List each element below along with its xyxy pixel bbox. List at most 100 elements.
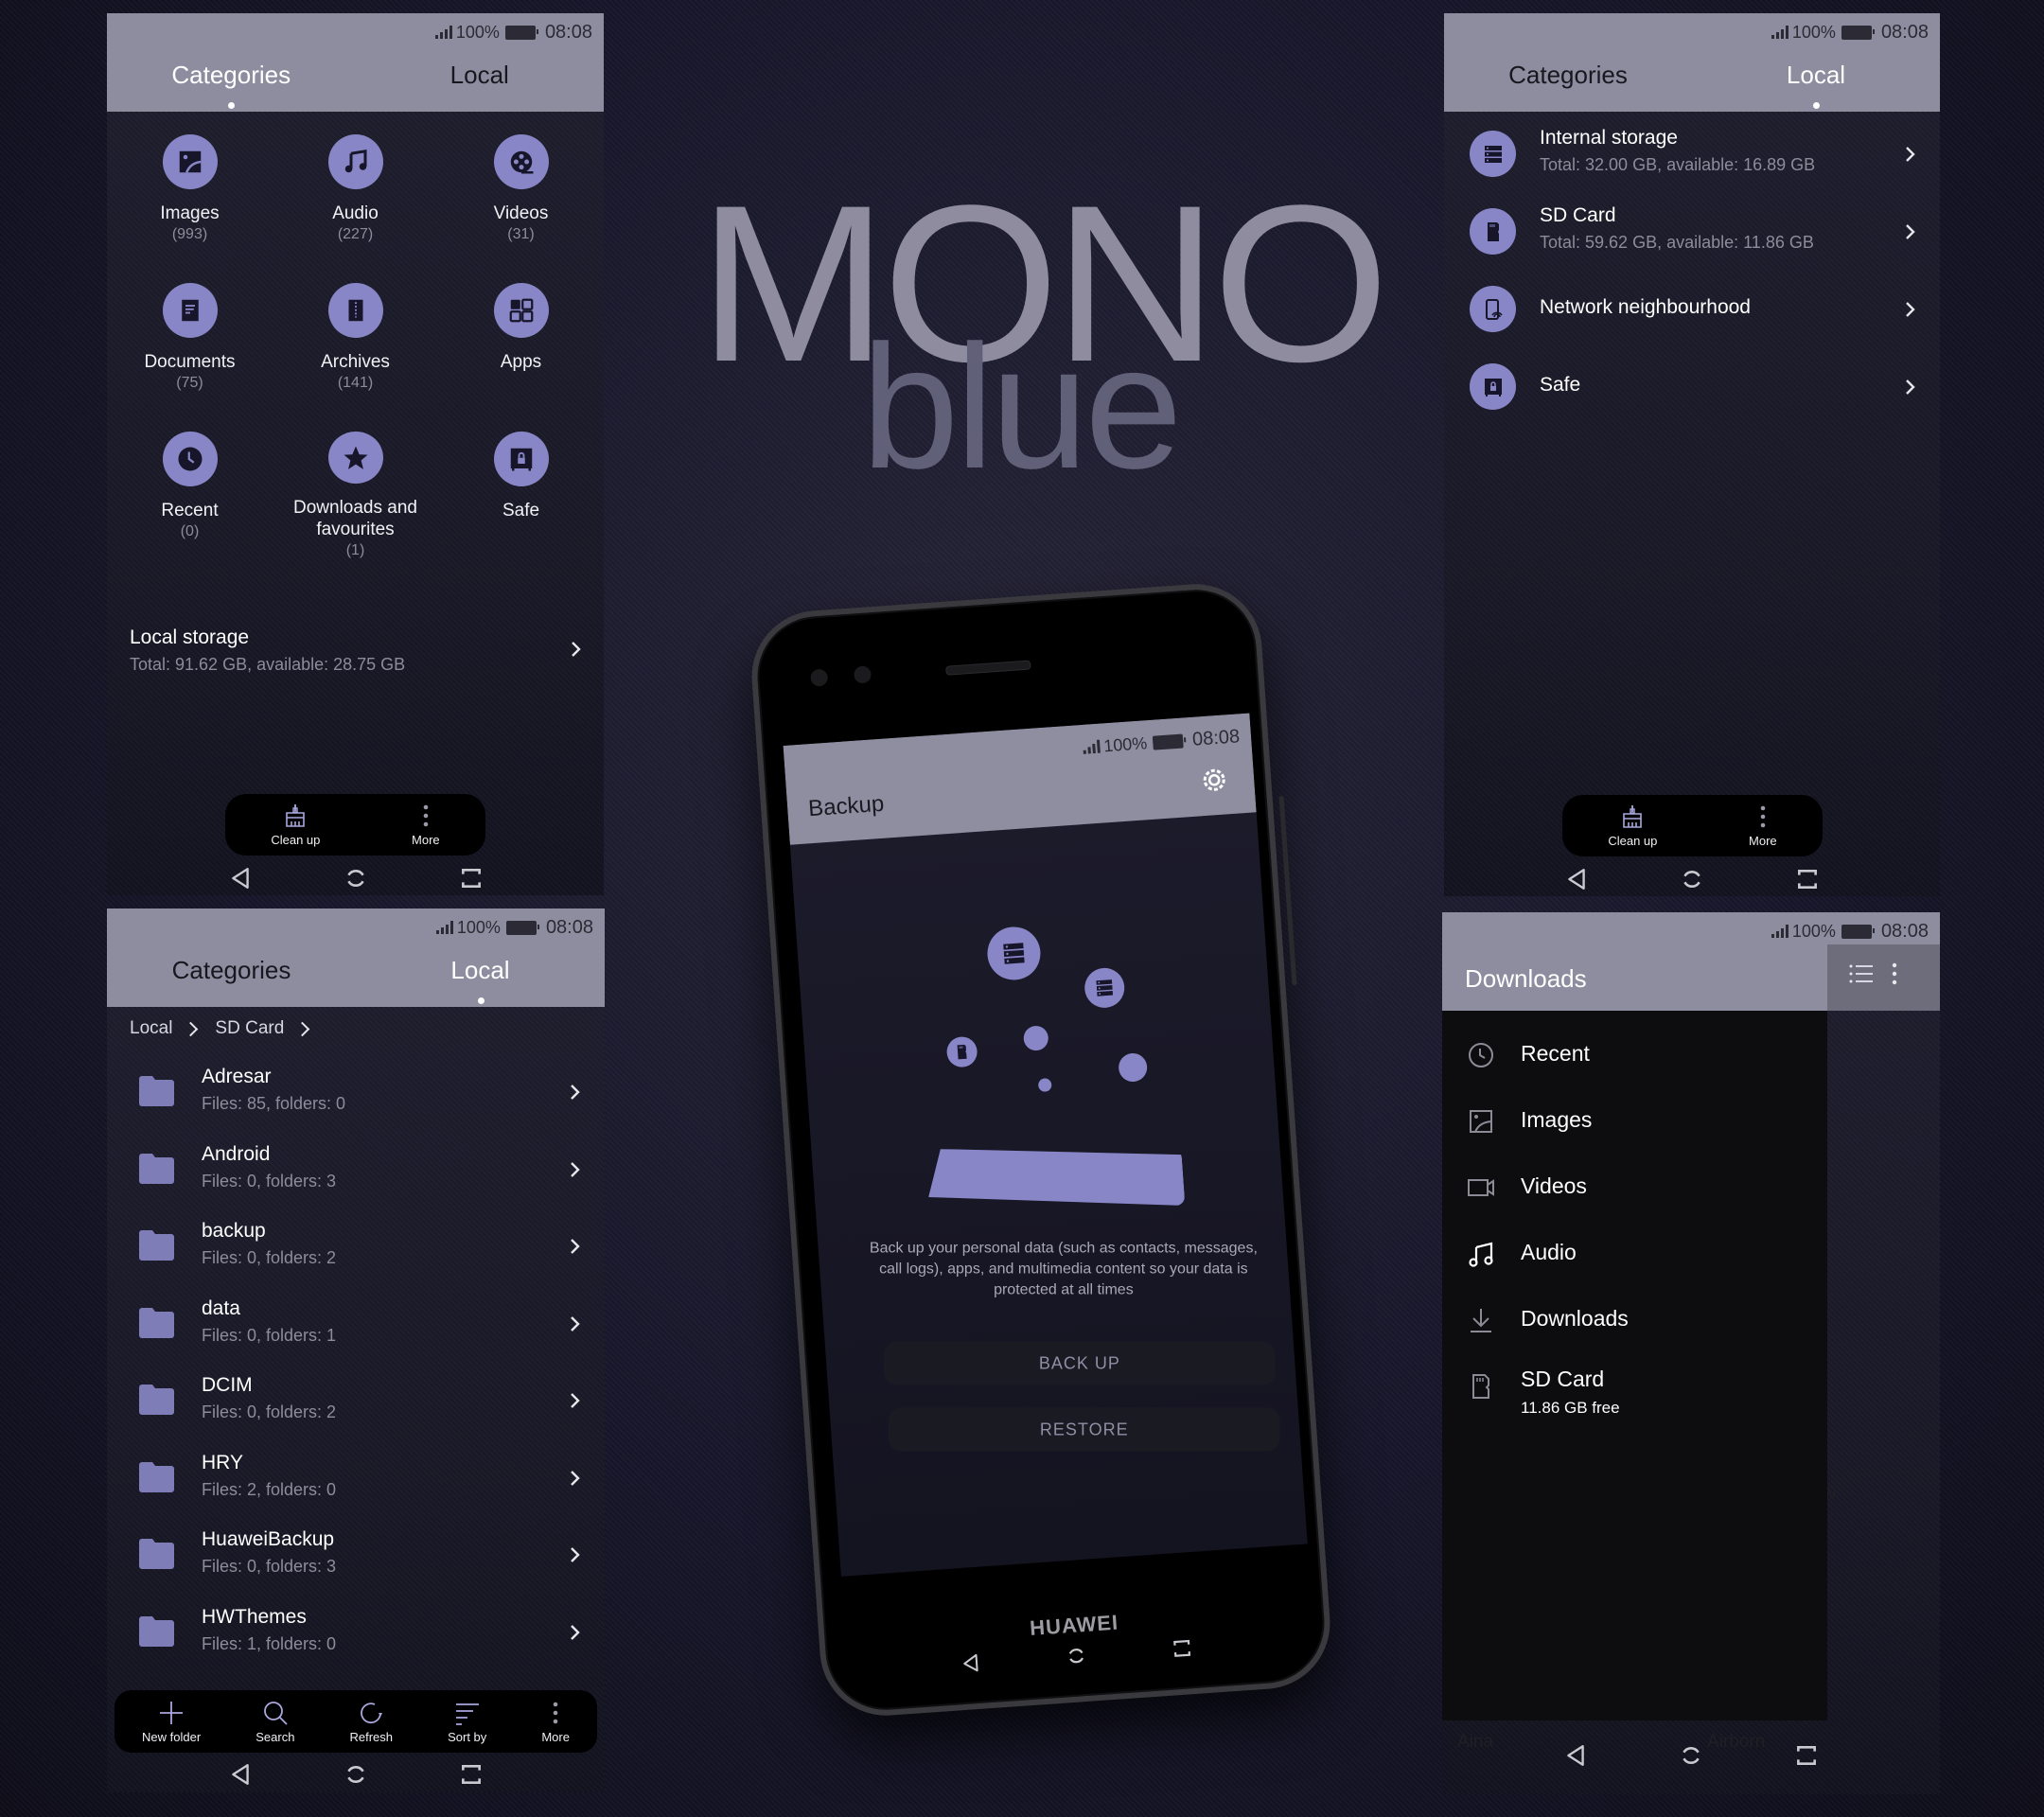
- folder-row[interactable]: data Files: 0, folders: 1: [107, 1288, 605, 1366]
- folder-icon: [139, 1462, 174, 1492]
- brand-subtitle: blue: [861, 309, 1183, 505]
- more-button[interactable]: More: [1749, 803, 1777, 848]
- chevron-right-icon: [563, 1235, 586, 1258]
- category-label: Videos: [493, 203, 549, 223]
- clean-up-button[interactable]: Clean up: [1608, 803, 1657, 848]
- home-icon[interactable]: [1680, 867, 1704, 891]
- search-button[interactable]: Search: [256, 1700, 294, 1744]
- category-recent[interactable]: Recent (0): [107, 432, 273, 559]
- system-nav-bar: [107, 855, 604, 895]
- category-archives[interactable]: Archives (141): [273, 283, 438, 411]
- app-header: 100% 08:08 Categories Local: [107, 13, 604, 112]
- category-safe[interactable]: Safe: [438, 432, 604, 559]
- list-item-network-neighbourhood[interactable]: Network neighbourhood: [1444, 274, 1940, 352]
- image-icon: [176, 148, 204, 176]
- drawer-item-downloads[interactable]: Downloads: [1442, 1293, 1827, 1350]
- list-item-sd-card[interactable]: SD Card Total: 59.62 GB, available: 11.8…: [1444, 197, 1940, 274]
- chevron-right-icon: [1898, 376, 1921, 398]
- archive-zip-icon: [342, 296, 370, 325]
- folder-row[interactable]: HWThemes Files: 1, folders: 0: [107, 1596, 605, 1674]
- list-view-icon[interactable]: [1848, 961, 1875, 987]
- folder-detail: Files: 0, folders: 3: [202, 1557, 337, 1576]
- tab-categories[interactable]: Categories: [107, 61, 356, 109]
- battery-icon: [1841, 25, 1875, 40]
- recents-icon[interactable]: [459, 1762, 484, 1787]
- storage-icon: [1482, 143, 1505, 166]
- item-title: SD Card: [1540, 204, 1616, 226]
- breadcrumb-local[interactable]: Local: [130, 1018, 172, 1039]
- page-title: Backup: [807, 790, 886, 822]
- home-icon[interactable]: [344, 1762, 368, 1787]
- back-up-button[interactable]: BACK UP: [883, 1341, 1276, 1385]
- category-videos[interactable]: Videos (31): [438, 134, 604, 262]
- tab-categories[interactable]: Categories: [107, 956, 356, 1003]
- breadcrumb: Local SD Card: [130, 1018, 313, 1039]
- more-vertical-icon[interactable]: [1881, 961, 1908, 987]
- sd-bubble: [945, 1035, 978, 1068]
- folder-row[interactable]: Adresar Files: 85, folders: 0: [107, 1056, 605, 1134]
- tab-categories[interactable]: Categories: [1444, 61, 1692, 108]
- home-icon[interactable]: [344, 866, 368, 891]
- battery-icon: [505, 920, 539, 935]
- more-vertical-icon: [1750, 803, 1776, 830]
- category-count: (0): [180, 523, 200, 539]
- bottom-toolbar: New folder Search Refresh Sort by More: [115, 1690, 597, 1753]
- clean-up-button[interactable]: Clean up: [271, 803, 320, 847]
- list-item-safe[interactable]: Safe: [1444, 352, 1940, 430]
- more-button[interactable]: More: [541, 1700, 570, 1744]
- category-label: Downloads and favourites: [293, 498, 417, 539]
- refresh-button[interactable]: Refresh: [350, 1700, 393, 1744]
- tab-local[interactable]: Local: [1692, 61, 1940, 109]
- tab-local[interactable]: Local: [356, 956, 605, 1004]
- drawer-item-recent[interactable]: Recent: [1442, 1028, 1827, 1085]
- local-storage-row[interactable]: Local storage Total: 91.62 GB, available…: [130, 626, 581, 675]
- category-label: Safe: [502, 501, 540, 520]
- folder-row[interactable]: DCIM Files: 0, folders: 2: [107, 1365, 605, 1442]
- category-images[interactable]: Images (993): [107, 134, 273, 262]
- back-icon[interactable]: [228, 1762, 253, 1787]
- gear-icon[interactable]: [1198, 764, 1230, 796]
- apps-grid-icon: [507, 296, 536, 325]
- category-audio[interactable]: Audio (227): [273, 134, 438, 262]
- folder-row[interactable]: HuaweiBackup Files: 0, folders: 3: [107, 1519, 605, 1596]
- back-icon[interactable]: [228, 866, 253, 891]
- breadcrumb-sd-card[interactable]: SD Card: [215, 1018, 284, 1039]
- category-apps[interactable]: Apps: [438, 283, 604, 411]
- more-button[interactable]: More: [412, 803, 440, 847]
- drawer-item-images[interactable]: Images: [1442, 1094, 1827, 1151]
- back-icon[interactable]: [1564, 867, 1589, 891]
- list-item-internal-storage[interactable]: Internal storage Total: 32.00 GB, availa…: [1444, 119, 1940, 197]
- folder-row[interactable]: backup Files: 0, folders: 2: [107, 1210, 605, 1288]
- recents-icon[interactable]: [1171, 1637, 1192, 1659]
- back-icon[interactable]: [960, 1652, 981, 1674]
- backup-description: Back up your personal data (such as cont…: [869, 1240, 1258, 1298]
- cloud-bubble: [1083, 966, 1126, 1010]
- category-documents[interactable]: Documents (75): [107, 283, 273, 411]
- folder-row[interactable]: HRY Files: 2, folders: 0: [107, 1442, 605, 1520]
- back-icon[interactable]: [1563, 1743, 1588, 1768]
- broom-icon: [1619, 803, 1646, 830]
- folder-detail: Files: 0, folders: 2: [202, 1402, 337, 1421]
- new-folder-label: New folder: [142, 1729, 202, 1744]
- battery-percent: 100%: [455, 22, 500, 42]
- recents-icon[interactable]: [459, 866, 484, 891]
- home-icon[interactable]: [1066, 1645, 1087, 1667]
- search-label: Search: [256, 1729, 295, 1744]
- sort-by-button[interactable]: Sort by: [448, 1700, 486, 1744]
- drawer-item-audio[interactable]: Audio: [1442, 1226, 1827, 1283]
- folder-name: HuaweiBackup: [202, 1528, 335, 1550]
- drawer-item-videos[interactable]: Videos: [1442, 1160, 1827, 1217]
- drawer-label: Downloads: [1521, 1306, 1629, 1331]
- folder-row[interactable]: Android Files: 0, folders: 3: [107, 1134, 605, 1211]
- drawer-item-sd-card[interactable]: SD Card 11.86 GB free: [1442, 1353, 1827, 1420]
- signal-icon: [1083, 739, 1101, 754]
- tab-local[interactable]: Local: [356, 61, 605, 108]
- category-downloads-favourites[interactable]: Downloads and favourites (1): [273, 432, 438, 559]
- restore-button[interactable]: RESTORE: [888, 1407, 1280, 1452]
- clock: 08:08: [545, 916, 593, 938]
- new-folder-button[interactable]: New folder: [142, 1700, 201, 1744]
- home-icon[interactable]: [1679, 1743, 1703, 1768]
- usb-bubble: [1022, 1025, 1049, 1051]
- recents-icon[interactable]: [1794, 1743, 1819, 1768]
- recents-icon[interactable]: [1795, 867, 1820, 891]
